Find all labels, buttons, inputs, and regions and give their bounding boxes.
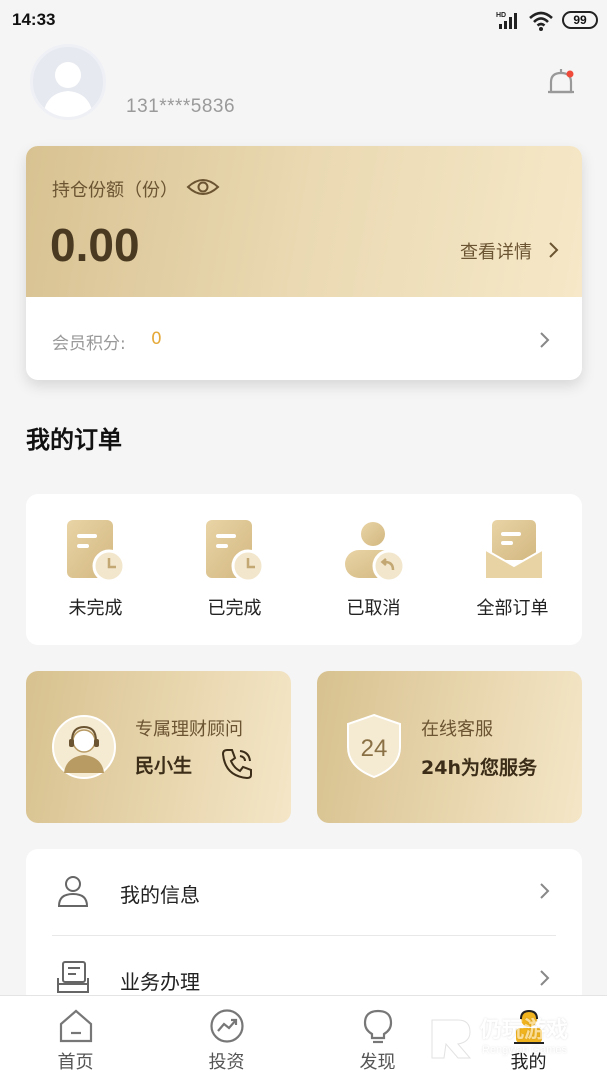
menu-label-business: 业务办理 [120,970,200,994]
order-cancelled-label: 已取消 [346,598,401,619]
eye-icon[interactable] [186,176,220,198]
support-badge: 24 [361,735,388,762]
all-orders-button[interactable]: 全部订单 [443,520,582,630]
holdings-value: 0.00 [50,219,140,271]
investment-icon [210,1009,244,1043]
all-orders-icon [485,520,543,578]
home-icon [59,1009,93,1043]
support-subtitle: 24h为您服务 [421,757,537,779]
all-orders-label: 全部订单 [476,598,549,619]
advisor-avatar-icon [52,715,116,779]
user-icon [57,876,89,907]
member-points-label: 会员积分: [52,334,126,354]
financial-advisor-card[interactable]: 专属理财顾问 民小生 [26,671,291,823]
advisor-title: 专属理财顾问 [135,719,243,740]
orders-card: 未完成 已完成 已取消 全部订单 [26,494,582,645]
avatar-placeholder-icon [43,62,93,117]
order-pending-button[interactable]: 未完成 [26,520,165,630]
user-phone: 131****5836 [126,96,236,117]
order-pending-label: 未完成 [68,598,123,619]
nav-invest[interactable]: 投资 [151,996,302,1080]
notification-dot [566,70,574,78]
holdings-label: 持仓份额（份） [52,180,178,201]
member-points-value: 0 [151,329,162,349]
network-type: HD [496,12,506,19]
orders-section-title: 我的订单 [26,426,122,454]
chevron-right-icon[interactable] [539,330,551,350]
order-completed-label: 已完成 [207,598,262,619]
menu-list: 我的信息 业务办理 [26,849,582,1009]
holdings-card: 持仓份额（份） 0.00 查看详情 会员积分: 0 [26,146,582,380]
chevron-right-icon [540,970,550,986]
order-completed-button[interactable]: 已完成 [165,520,304,630]
online-support-card[interactable]: 24 在线客服 24h为您服务 [317,671,582,823]
watermark-subtext: Rengwan Games [482,1044,567,1056]
nav-invest-label: 投资 [208,1052,245,1073]
order-cancelled-button[interactable]: 已取消 [304,520,443,630]
signal-icon: HD [496,12,517,29]
support-title: 在线客服 [421,719,493,740]
chevron-right-icon[interactable] [548,240,560,260]
menu-item-my-info[interactable]: 我的信息 [26,849,582,935]
pending-order-icon [67,520,126,582]
shield-24h-icon: 24 [347,713,401,779]
discover-icon [363,1009,393,1044]
wifi-icon [529,11,553,31]
chevron-right-icon [540,883,550,899]
advisor-name: 民小生 [135,755,193,777]
notification-bell-icon[interactable] [545,66,577,100]
cancelled-order-icon [345,522,405,582]
view-details-link[interactable]: 查看详情 [460,238,532,264]
watermark-logo: 仍玩游戏 Rengwan Games [428,1010,598,1070]
battery-indicator: 99 [562,11,598,29]
menu-label-my-info: 我的信息 [120,883,200,907]
watermark-text: 仍玩游戏 [480,1018,569,1043]
nav-home[interactable]: 首页 [0,996,151,1080]
status-time: 14:33 [12,10,56,29]
nav-home-label: 首页 [57,1052,94,1073]
document-icon [57,961,89,993]
phone-call-icon[interactable] [220,747,254,781]
avatar[interactable] [30,44,106,120]
completed-order-icon [206,520,265,582]
watermark-icon [431,1019,472,1059]
